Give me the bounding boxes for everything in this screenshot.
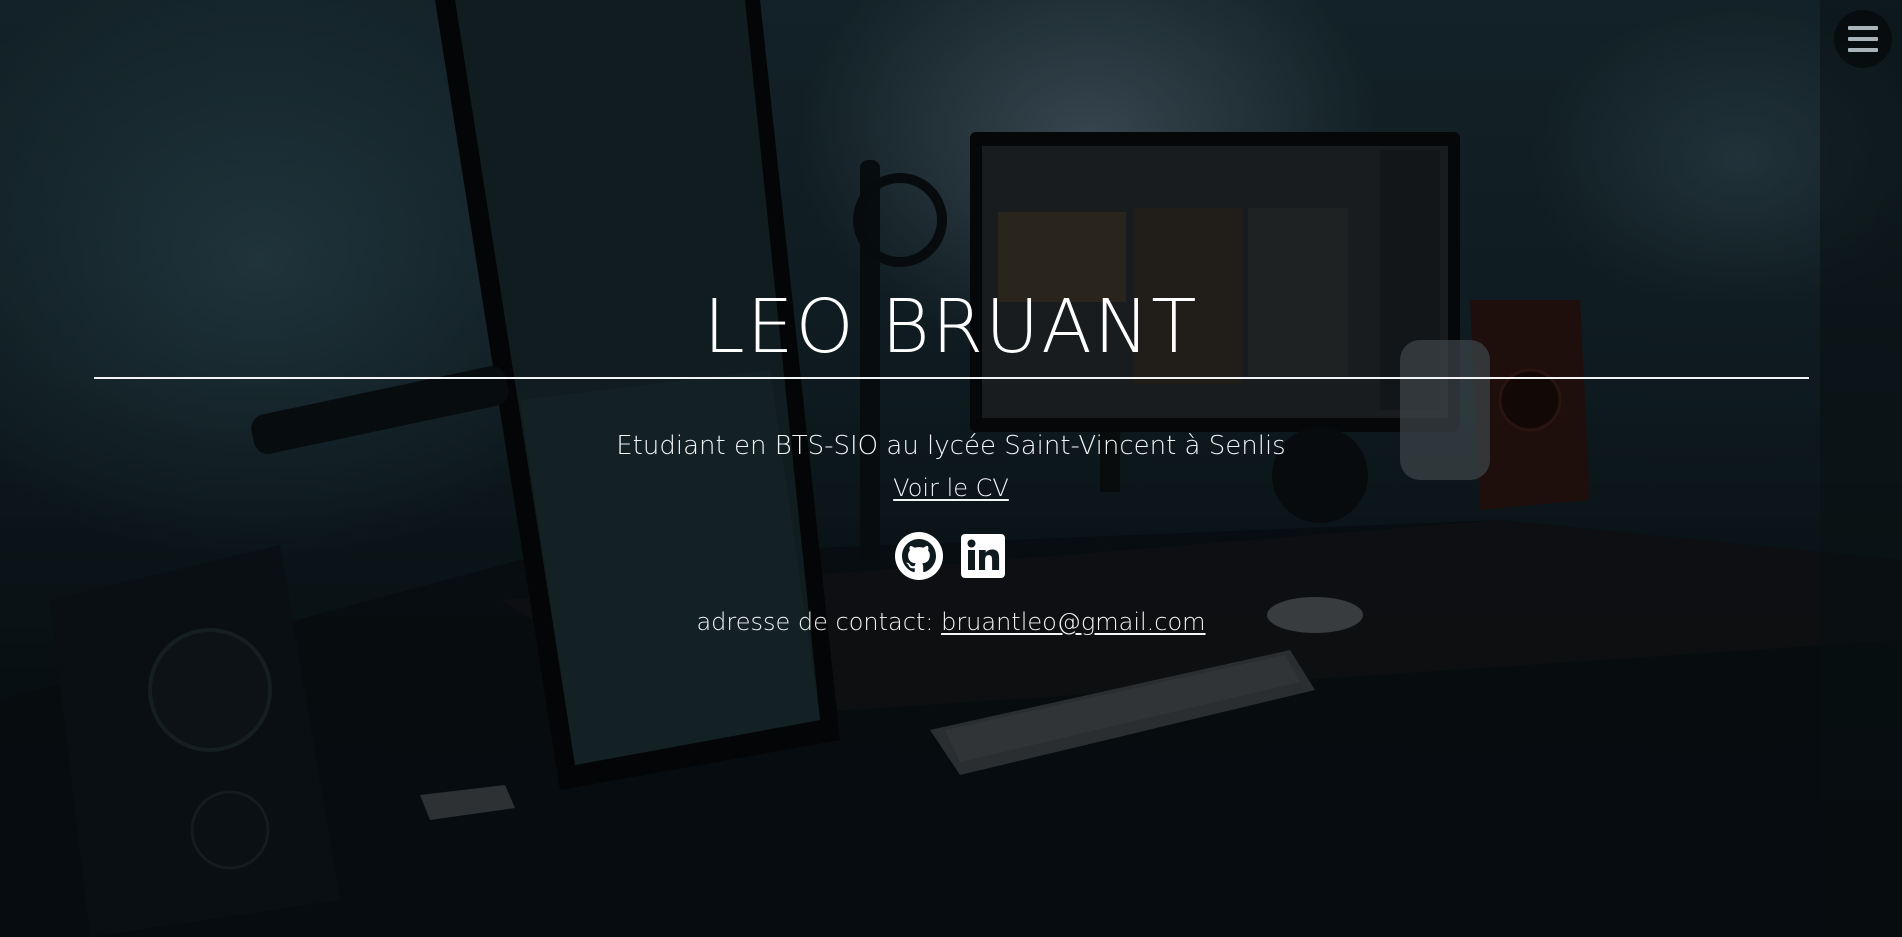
contact-line: adresse de contact: bruantleo@gmail.com — [0, 605, 1902, 639]
hamburger-menu-icon — [1848, 26, 1878, 52]
cv-link-container: Voir le CV — [0, 471, 1902, 505]
linkedin-link[interactable] — [959, 532, 1007, 580]
github-icon — [895, 532, 943, 580]
contact-prefix: adresse de contact: — [696, 608, 934, 636]
background-image — [0, 0, 1902, 937]
social-links — [0, 532, 1902, 580]
subtitle: Etudiant en BTS-SIO au lycée Saint-Vince… — [616, 431, 1286, 461]
background-overlay — [0, 0, 1902, 937]
title-divider — [94, 377, 1809, 379]
hero-section: LEO BRUANT Etudiant en BTS-SIO au lycée … — [0, 0, 1902, 937]
contact-email-link[interactable]: bruantleo@gmail.com — [941, 608, 1205, 636]
github-link[interactable] — [895, 532, 943, 580]
linkedin-icon — [961, 534, 1005, 578]
page-title: LEO BRUANT — [703, 284, 1199, 370]
menu-button[interactable] — [1834, 10, 1892, 68]
cv-link[interactable]: Voir le CV — [893, 474, 1009, 502]
